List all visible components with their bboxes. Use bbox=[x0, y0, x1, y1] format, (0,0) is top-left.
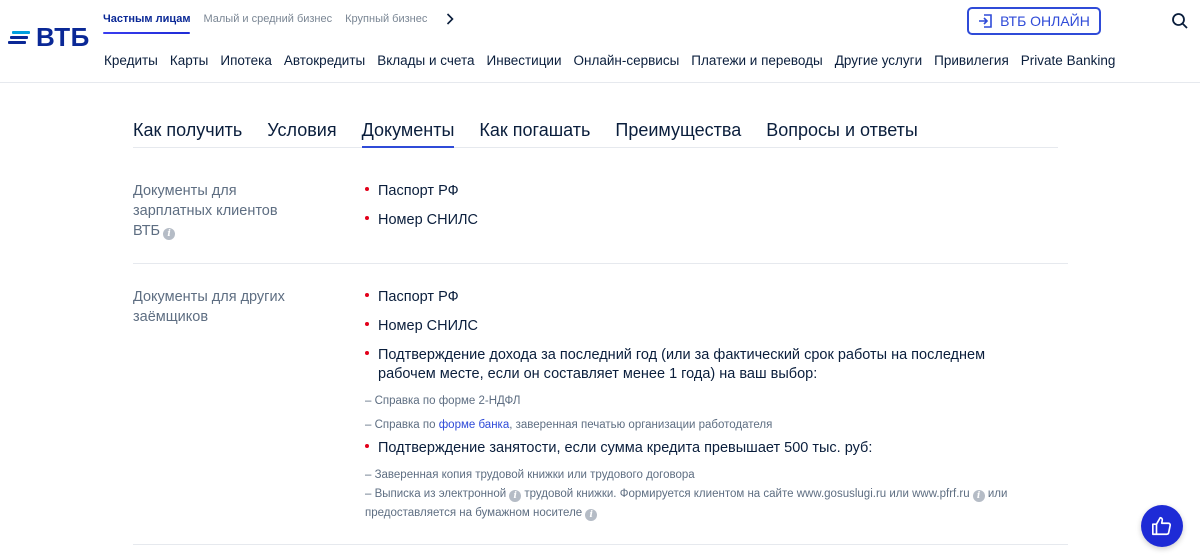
list-item: Подтверждение занятости, если сумма кред… bbox=[365, 439, 1065, 458]
tab-how-to-get[interactable]: Как получить bbox=[133, 119, 242, 147]
sub-item: – Выписка из электронной i трудовой книжк… bbox=[365, 488, 1008, 502]
vtb-online-button[interactable]: ВТБ ОНЛАЙН bbox=[967, 7, 1101, 35]
info-icon[interactable]: i bbox=[585, 509, 598, 521]
sub-item: – Справка по форме 2-НДФЛ bbox=[365, 395, 521, 407]
nav-deposits[interactable]: Вклады и счета bbox=[377, 53, 474, 68]
vtb-logo[interactable]: ВТБ bbox=[8, 22, 90, 53]
tab-advantages[interactable]: Преимущества bbox=[615, 119, 741, 147]
nav-autoloans[interactable]: Автокредиты bbox=[284, 53, 365, 68]
nav-cards[interactable]: Карты bbox=[170, 53, 208, 68]
segment-sme[interactable]: Малый и средний бизнес bbox=[203, 13, 332, 33]
tab-documents[interactable]: Документы bbox=[361, 119, 454, 148]
login-icon bbox=[979, 14, 992, 28]
vtb-online-label: ВТБ ОНЛАЙН bbox=[1000, 13, 1090, 29]
tab-conditions[interactable]: Условия bbox=[267, 119, 336, 147]
sub-item: предоставляется на бумажном носителе i bbox=[365, 504, 1095, 523]
search-icon[interactable] bbox=[1171, 12, 1189, 30]
nav-other-services[interactable]: Другие услуги bbox=[835, 53, 922, 68]
salary-clients-section: Документы для зарплатных клиентов ВТБ i П… bbox=[133, 181, 1068, 251]
thumbs-up-icon bbox=[1152, 516, 1172, 536]
list-item: Паспорт РФ bbox=[365, 288, 1065, 307]
nav-investments[interactable]: Инвестиции bbox=[487, 53, 562, 68]
info-icon[interactable]: i bbox=[972, 490, 985, 502]
product-tabs: Как получить Условия Документы Как погаш… bbox=[133, 119, 1058, 148]
nav-private-banking[interactable]: Private Banking bbox=[1021, 53, 1116, 68]
section-divider bbox=[133, 544, 1068, 545]
section-divider bbox=[133, 263, 1068, 264]
salary-documents-list: Паспорт РФ Номер СНИЛС bbox=[365, 181, 1065, 230]
income-proof-options: – Справка по форме 2-НДФЛ – Справка по ф… bbox=[365, 392, 1065, 435]
info-icon[interactable]: i bbox=[163, 228, 176, 240]
list-item: Подтверждение дохода за последний год (и… bbox=[365, 346, 1065, 384]
list-item: Номер СНИЛС bbox=[365, 317, 1065, 336]
other-borrowers-section: Документы для других заёмщиков Паспорт Р… bbox=[133, 287, 1068, 527]
segment-corporate[interactable]: Крупный бизнес bbox=[345, 13, 427, 33]
tab-faq[interactable]: Вопросы и ответы bbox=[766, 119, 918, 147]
others-documents-list: Паспорт РФ Номер СНИЛС Подтверждение дох… bbox=[365, 287, 1065, 384]
main-nav: Кредиты Карты Ипотека Автокредиты Вклады… bbox=[104, 53, 1127, 68]
salary-section-title: Документы для зарплатных клиентов ВТБ i bbox=[133, 183, 278, 240]
info-icon[interactable]: i bbox=[509, 490, 522, 502]
nav-online-services[interactable]: Онлайн-сервисы bbox=[574, 53, 680, 68]
employment-proof: Подтверждение занятости, если сумма кред… bbox=[365, 439, 1065, 458]
logo-mark-icon bbox=[8, 30, 30, 46]
tab-repayment[interactable]: Как погашать bbox=[479, 119, 590, 147]
employment-proof-options: – Заверенная копия трудовой книжки или т… bbox=[365, 466, 1095, 523]
nav-credits[interactable]: Кредиты bbox=[104, 53, 158, 68]
sub-item: – Справка по форме банка, заверенная печ… bbox=[365, 419, 773, 431]
sub-item: – Заверенная копия трудовой книжки или т… bbox=[365, 469, 695, 481]
site-header: ВТБ Частным лицам Малый и средний бизнес… bbox=[0, 0, 1200, 83]
segment-private[interactable]: Частным лицам bbox=[103, 13, 191, 34]
bank-form-link[interactable]: форме банка bbox=[439, 419, 510, 431]
list-item: Номер СНИЛС bbox=[365, 211, 1065, 230]
others-section-title: Документы для других заёмщиков bbox=[133, 289, 285, 325]
feedback-button[interactable] bbox=[1141, 505, 1183, 547]
nav-privilege[interactable]: Привилегия bbox=[934, 53, 1009, 68]
segment-switcher: Частным лицам Малый и средний бизнес Кру… bbox=[103, 12, 460, 34]
chevron-right-icon[interactable] bbox=[440, 12, 460, 26]
nav-payments[interactable]: Платежи и переводы bbox=[691, 53, 822, 68]
nav-mortgage[interactable]: Ипотека bbox=[220, 53, 271, 68]
logo-text: ВТБ bbox=[36, 22, 90, 52]
list-item: Паспорт РФ bbox=[365, 182, 1065, 201]
